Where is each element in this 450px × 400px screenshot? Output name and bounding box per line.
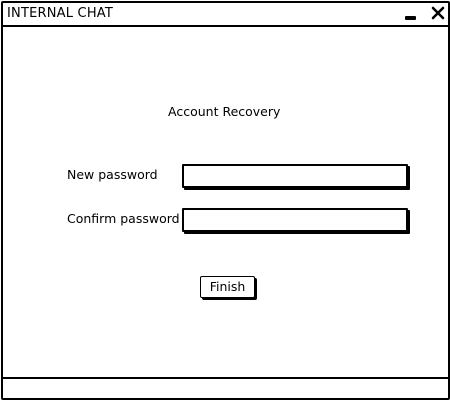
status-bar — [3, 377, 448, 400]
finish-button[interactable]: Finish — [200, 276, 255, 298]
new-password-label: New password — [67, 167, 158, 182]
confirm-password-input[interactable] — [182, 208, 408, 232]
close-button[interactable] — [431, 4, 445, 22]
new-password-input[interactable] — [182, 164, 408, 188]
close-icon — [431, 6, 445, 20]
confirm-password-label: Confirm password — [67, 211, 180, 226]
page-heading: Account Recovery — [168, 104, 281, 119]
minimize-button[interactable] — [404, 5, 418, 21]
minimize-icon — [405, 16, 416, 20]
title-bar: INTERNAL CHAT — [3, 3, 448, 27]
app-window: INTERNAL CHAT Account Recovery New passw… — [1, 1, 450, 400]
window-title: INTERNAL CHAT — [7, 6, 114, 21]
